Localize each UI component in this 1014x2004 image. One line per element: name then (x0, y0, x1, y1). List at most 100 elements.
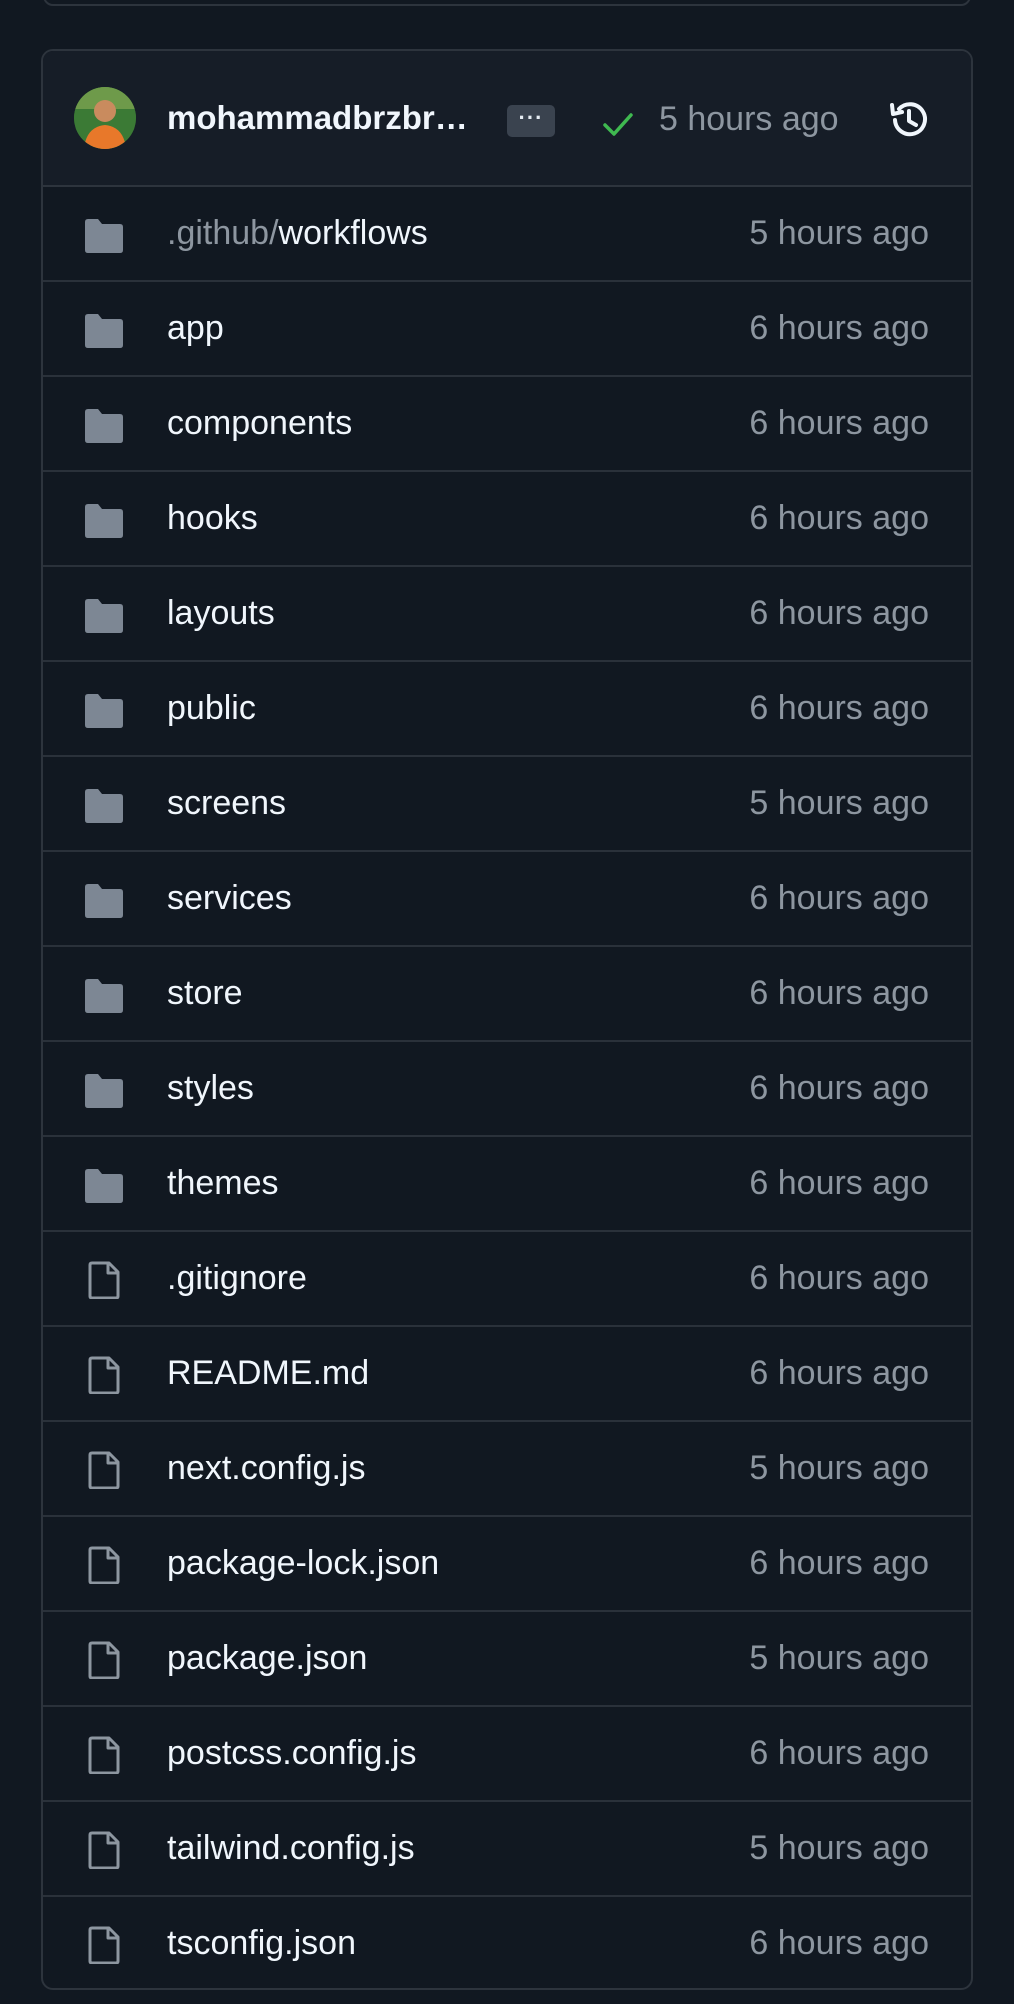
expand-commit-message-button[interactable]: ··· (507, 105, 555, 137)
file-browser: mohammadbrzbr… ··· 5 hours ago .github/w… (41, 49, 973, 1990)
history-icon[interactable] (886, 97, 932, 143)
file-row[interactable]: package-lock.json 6 hours ago (43, 1517, 971, 1612)
folder-icon (85, 884, 123, 918)
entry-time: 5 hours ago (749, 1639, 929, 1677)
file-icon (88, 1926, 120, 1964)
entry-time: 6 hours ago (749, 309, 929, 347)
folder-icon (85, 409, 123, 443)
entry-name-text: services (167, 879, 292, 917)
entry-time: 6 hours ago (749, 1734, 929, 1772)
entry-name-text: themes (167, 1164, 279, 1202)
entry-name[interactable]: package.json (167, 1637, 367, 1679)
entry-name-text: app (167, 309, 224, 347)
file-icon (88, 1356, 120, 1394)
entry-name[interactable]: components (167, 402, 352, 444)
file-row[interactable]: tsconfig.json 6 hours ago (43, 1897, 971, 1988)
entry-time: 5 hours ago (749, 1829, 929, 1867)
folder-icon (85, 314, 123, 348)
entry-name[interactable]: layouts (167, 592, 275, 634)
entry-time: 6 hours ago (749, 1069, 929, 1107)
entry-name[interactable]: tailwind.config.js (167, 1827, 415, 1869)
entry-time: 6 hours ago (749, 499, 929, 537)
entry-time: 6 hours ago (749, 1164, 929, 1202)
file-row[interactable]: next.config.js 5 hours ago (43, 1422, 971, 1517)
entry-name[interactable]: README.md (167, 1352, 369, 1394)
repository-page: mohammadbrzbr… ··· 5 hours ago .github/w… (0, 0, 1014, 2004)
entry-name-text: components (167, 404, 353, 442)
entry-name-text: styles (167, 1069, 254, 1107)
entry-time: 6 hours ago (749, 1924, 929, 1962)
entry-time: 6 hours ago (749, 974, 929, 1012)
entry-name[interactable]: .gitignore (167, 1257, 307, 1299)
file-icon (88, 1546, 120, 1584)
entry-name[interactable]: themes (167, 1162, 279, 1204)
folder-row[interactable]: store 6 hours ago (43, 947, 971, 1042)
folder-row[interactable]: styles 6 hours ago (43, 1042, 971, 1137)
entry-time: 6 hours ago (749, 404, 929, 442)
entry-name[interactable]: tsconfig.json (167, 1922, 356, 1964)
entry-name[interactable]: styles (167, 1067, 254, 1109)
entry-name-text: workflows (278, 214, 428, 252)
entry-name-text: public (167, 689, 256, 727)
folder-icon (85, 1074, 123, 1108)
entry-name-text: .gitignore (167, 1259, 307, 1297)
latest-commit-header[interactable]: mohammadbrzbr… ··· 5 hours ago (43, 51, 971, 187)
folder-icon (85, 789, 123, 823)
entry-name[interactable]: public (167, 687, 256, 729)
entry-path-prefix: .github/ (167, 214, 279, 252)
file-icon (88, 1451, 120, 1489)
file-row[interactable]: package.json 5 hours ago (43, 1612, 971, 1707)
entry-name[interactable]: store (167, 972, 243, 1014)
folder-row[interactable]: screens 5 hours ago (43, 757, 971, 852)
entry-time: 6 hours ago (749, 1354, 929, 1392)
folder-row[interactable]: .github/workflows 5 hours ago (43, 187, 971, 282)
folder-icon (85, 979, 123, 1013)
folder-row[interactable]: components 6 hours ago (43, 377, 971, 472)
entry-name[interactable]: hooks (167, 497, 258, 539)
avatar[interactable] (74, 87, 136, 149)
entry-name-text: layouts (167, 594, 275, 632)
file-row[interactable]: .gitignore 6 hours ago (43, 1232, 971, 1327)
folder-icon (85, 1169, 123, 1203)
file-row[interactable]: postcss.config.js 6 hours ago (43, 1707, 971, 1802)
entry-name-text: postcss.config.js (167, 1734, 417, 1772)
entry-name-text: hooks (167, 499, 258, 537)
entry-name[interactable]: next.config.js (167, 1447, 365, 1489)
check-icon[interactable] (600, 106, 636, 142)
folder-row[interactable]: layouts 6 hours ago (43, 567, 971, 662)
folder-icon (85, 504, 123, 538)
folder-row[interactable]: app 6 hours ago (43, 282, 971, 377)
folder-row[interactable]: services 6 hours ago (43, 852, 971, 947)
folder-icon (85, 599, 123, 633)
entry-time: 6 hours ago (749, 689, 929, 727)
entry-time: 5 hours ago (749, 1449, 929, 1487)
entry-name[interactable]: services (167, 877, 292, 919)
entry-time: 5 hours ago (749, 784, 929, 822)
file-icon (88, 1831, 120, 1869)
entry-name-text: screens (167, 784, 287, 822)
entry-name[interactable]: app (167, 307, 224, 349)
commit-author[interactable]: mohammadbrzbr… (167, 98, 472, 138)
entry-name-text: README.md (167, 1354, 370, 1392)
file-row[interactable]: tailwind.config.js 5 hours ago (43, 1802, 971, 1897)
folder-row[interactable]: public 6 hours ago (43, 662, 971, 757)
commit-time: 5 hours ago (659, 100, 839, 138)
folder-icon (85, 219, 123, 253)
file-icon (88, 1641, 120, 1679)
previous-panel-edge (43, 0, 971, 6)
entry-name[interactable]: .github/workflows (167, 212, 428, 254)
file-icon (88, 1261, 120, 1299)
file-row[interactable]: README.md 6 hours ago (43, 1327, 971, 1422)
entry-name-text: package.json (167, 1639, 368, 1677)
folder-row[interactable]: themes 6 hours ago (43, 1137, 971, 1232)
entry-name[interactable]: package-lock.json (167, 1542, 439, 1584)
entry-name[interactable]: postcss.config.js (167, 1732, 416, 1774)
folder-icon (85, 694, 123, 728)
entry-time: 6 hours ago (749, 594, 929, 632)
entry-name-text: package-lock.json (167, 1544, 440, 1582)
entry-time: 6 hours ago (749, 1544, 929, 1582)
entry-name-text: tailwind.config.js (167, 1829, 415, 1867)
entry-name-text: tsconfig.json (167, 1924, 356, 1962)
folder-row[interactable]: hooks 6 hours ago (43, 472, 971, 567)
entry-name[interactable]: screens (167, 782, 286, 824)
